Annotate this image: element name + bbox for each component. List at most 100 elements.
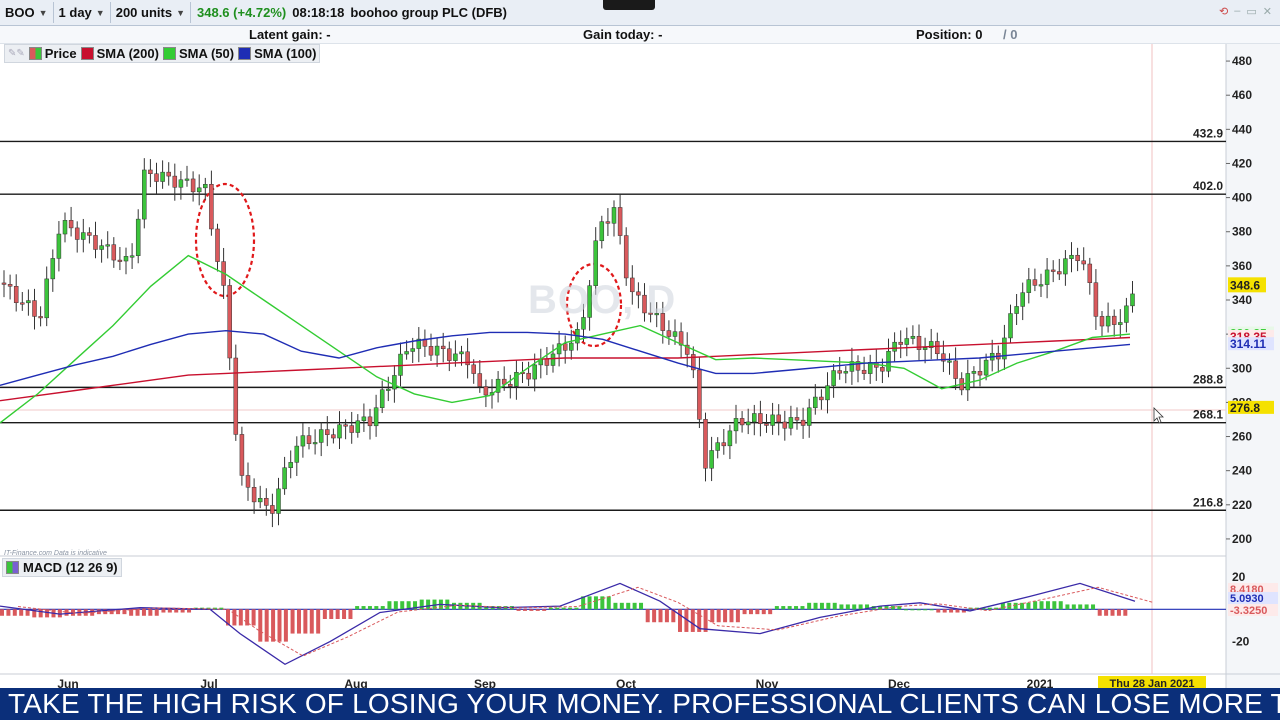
candle xyxy=(117,259,123,262)
macd-bar xyxy=(807,602,812,610)
candle xyxy=(453,353,458,361)
candle xyxy=(160,171,165,182)
macd-bar xyxy=(1116,609,1121,616)
candle xyxy=(300,435,306,447)
chart-disclaimer: IT-Finance.com Data is indicative xyxy=(4,550,107,557)
sma200-swatch-icon xyxy=(80,47,94,60)
y-tick-label: 220 xyxy=(1232,498,1252,512)
candle xyxy=(44,278,49,319)
candle xyxy=(434,345,440,356)
candle xyxy=(819,396,824,401)
macd-bar xyxy=(832,602,837,610)
candle xyxy=(148,169,153,174)
macd-bar xyxy=(516,609,521,611)
current-date-label: Thu 28 Jan 2021 xyxy=(1110,678,1195,688)
candle xyxy=(239,434,245,476)
candle xyxy=(861,369,867,374)
macd-bar xyxy=(522,609,527,611)
candle xyxy=(276,488,281,514)
candle xyxy=(209,184,214,230)
gain-today: Gain today: - xyxy=(583,27,663,42)
units-dropdown[interactable]: 200 units ▼ xyxy=(111,2,191,23)
x-axis-label: Nov xyxy=(756,677,779,688)
candle xyxy=(935,341,940,355)
legend-item-price[interactable]: Price xyxy=(28,46,77,61)
macd-bar xyxy=(303,609,308,634)
legend-label-sma100: SMA (100) xyxy=(254,46,317,61)
macd-bar xyxy=(690,609,695,632)
candle xyxy=(666,330,672,337)
macd-bar xyxy=(12,609,17,616)
y-tick-label: 200 xyxy=(1232,532,1252,546)
macd-bar xyxy=(232,609,237,626)
candle xyxy=(99,245,104,250)
price-label: 314.11 xyxy=(1230,337,1266,351)
legend-item-sma200[interactable]: SMA (200) xyxy=(80,46,159,61)
candle xyxy=(739,418,745,426)
macd-bar xyxy=(664,609,669,623)
symbol-dropdown[interactable]: BOO ▼ xyxy=(0,2,54,23)
interval-label: 1 day xyxy=(58,5,92,20)
candle xyxy=(251,487,257,503)
risk-warning-ticker: TAKE THE HIGH RISK OF LOSING YOUR MONEY.… xyxy=(0,688,1280,720)
macd-bar xyxy=(819,602,824,610)
refresh-icon[interactable]: ⟲ xyxy=(1219,5,1228,18)
macd-bar xyxy=(258,609,263,642)
candle xyxy=(227,285,232,359)
macd-bar xyxy=(542,609,547,611)
macd-bar xyxy=(141,609,146,616)
macd-bar xyxy=(555,607,560,610)
candle xyxy=(898,341,903,345)
legend-item-sma50[interactable]: SMA (50) xyxy=(162,46,235,61)
macd-bar xyxy=(342,609,347,619)
candle xyxy=(257,498,263,503)
minimize-icon[interactable]: – xyxy=(1234,5,1240,18)
candle xyxy=(1087,263,1093,283)
candle xyxy=(410,348,415,352)
candle xyxy=(770,414,775,426)
candle xyxy=(886,350,891,372)
y-tick-label: 480 xyxy=(1232,54,1252,68)
legend-item-sma100[interactable]: SMA (100) xyxy=(238,46,316,61)
macd-bar xyxy=(1052,601,1057,610)
macd-bar xyxy=(1071,604,1076,610)
legend-controls-icon[interactable]: ✎✎ xyxy=(8,48,25,59)
macd-legend[interactable]: MACD (12 26 9) xyxy=(2,558,122,577)
candle xyxy=(806,407,812,426)
quote-time: 08:18:18 xyxy=(292,5,345,20)
restore-icon[interactable]: ▭ xyxy=(1246,5,1256,18)
macd-bar xyxy=(380,606,385,610)
candle xyxy=(1057,271,1062,275)
candle xyxy=(800,419,806,426)
macd-bar xyxy=(723,609,728,623)
macd-bar xyxy=(593,596,598,610)
candle xyxy=(190,178,196,193)
macd-bar xyxy=(716,609,721,623)
candle xyxy=(776,414,781,423)
price-change: 348.6 (+4.72%) xyxy=(197,5,287,20)
macd-bar xyxy=(845,604,850,610)
candle xyxy=(953,360,958,379)
candle xyxy=(1026,279,1032,293)
macd-bar xyxy=(277,609,282,642)
macd-bar xyxy=(742,609,747,615)
legend-label-sma50: SMA (50) xyxy=(178,46,235,61)
position-suffix: / 0 xyxy=(1003,27,1018,42)
price-chart[interactable]: 432.9402.0288.8268.1216.8 20022024026028… xyxy=(0,44,1280,688)
candle xyxy=(404,351,409,355)
window-grab-handle[interactable] xyxy=(603,0,655,10)
chevron-down-icon: ▼ xyxy=(95,7,105,18)
interval-dropdown[interactable]: 1 day ▼ xyxy=(54,2,111,23)
candle xyxy=(56,233,62,259)
candle xyxy=(544,358,550,366)
candle xyxy=(398,353,403,376)
candle xyxy=(825,385,830,401)
candle xyxy=(32,300,37,317)
x-axis-label: Aug xyxy=(344,677,367,688)
candle xyxy=(355,420,361,433)
candle xyxy=(892,341,897,352)
macd-y-tick-label: 20 xyxy=(1232,570,1246,584)
candle xyxy=(13,286,19,303)
candle xyxy=(288,462,293,468)
close-icon[interactable]: ✕ xyxy=(1263,5,1272,18)
